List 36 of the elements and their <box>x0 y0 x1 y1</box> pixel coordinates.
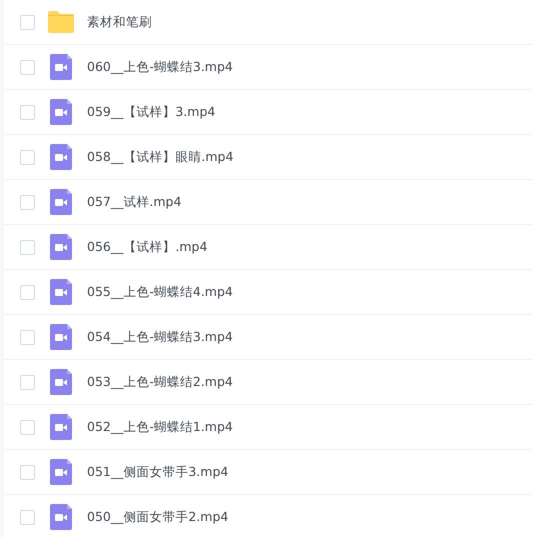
checkbox[interactable] <box>20 510 35 524</box>
file-name[interactable]: 055__上色-蝴蝶结4.mp4 <box>87 284 233 300</box>
checkbox[interactable] <box>20 60 35 74</box>
file-name[interactable]: 058__【试样】眼睛.mp4 <box>87 148 234 166</box>
video-file-icon <box>50 414 72 440</box>
checkbox[interactable] <box>20 104 35 120</box>
checkbox[interactable] <box>20 420 35 434</box>
video-file-icon <box>50 99 72 125</box>
checkbox[interactable] <box>20 284 35 300</box>
video-file-icon <box>50 189 72 215</box>
file-name[interactable]: 050__侧面女带手2.mp4 <box>87 508 228 526</box>
file-name[interactable]: 052__上色-蝴蝶结1.mp4 <box>87 418 233 436</box>
file-name[interactable]: 057__试样.mp4 <box>87 194 182 210</box>
file-name[interactable]: 056__【试样】.mp4 <box>87 238 208 256</box>
video-file-icon <box>50 459 72 485</box>
checkbox[interactable] <box>20 194 35 210</box>
file-name[interactable]: 053__上色-蝴蝶结2.mp4 <box>87 374 233 390</box>
checkbox[interactable] <box>20 330 35 344</box>
video-file-icon <box>50 54 72 80</box>
file-name[interactable]: 054__上色-蝴蝶结3.mp4 <box>87 328 233 346</box>
folder-name[interactable]: 素材和笔刷 <box>87 14 152 30</box>
checkbox[interactable] <box>20 240 35 254</box>
video-file-icon <box>50 324 72 350</box>
video-file-icon <box>50 234 72 260</box>
checkbox[interactable] <box>20 464 35 480</box>
file-name[interactable]: 060__上色-蝴蝶结3.mp4 <box>87 58 233 76</box>
video-file-icon <box>50 279 72 305</box>
file-name[interactable]: 051__侧面女带手3.mp4 <box>87 464 228 480</box>
video-file-icon <box>50 504 72 530</box>
file-name[interactable]: 059__【试样】3.mp4 <box>87 104 216 120</box>
checkbox[interactable] <box>20 14 35 30</box>
video-file-icon <box>50 144 72 170</box>
video-file-icon <box>50 369 72 395</box>
folder-icon <box>48 11 74 33</box>
checkbox[interactable] <box>20 150 35 164</box>
checkbox[interactable] <box>20 374 35 390</box>
